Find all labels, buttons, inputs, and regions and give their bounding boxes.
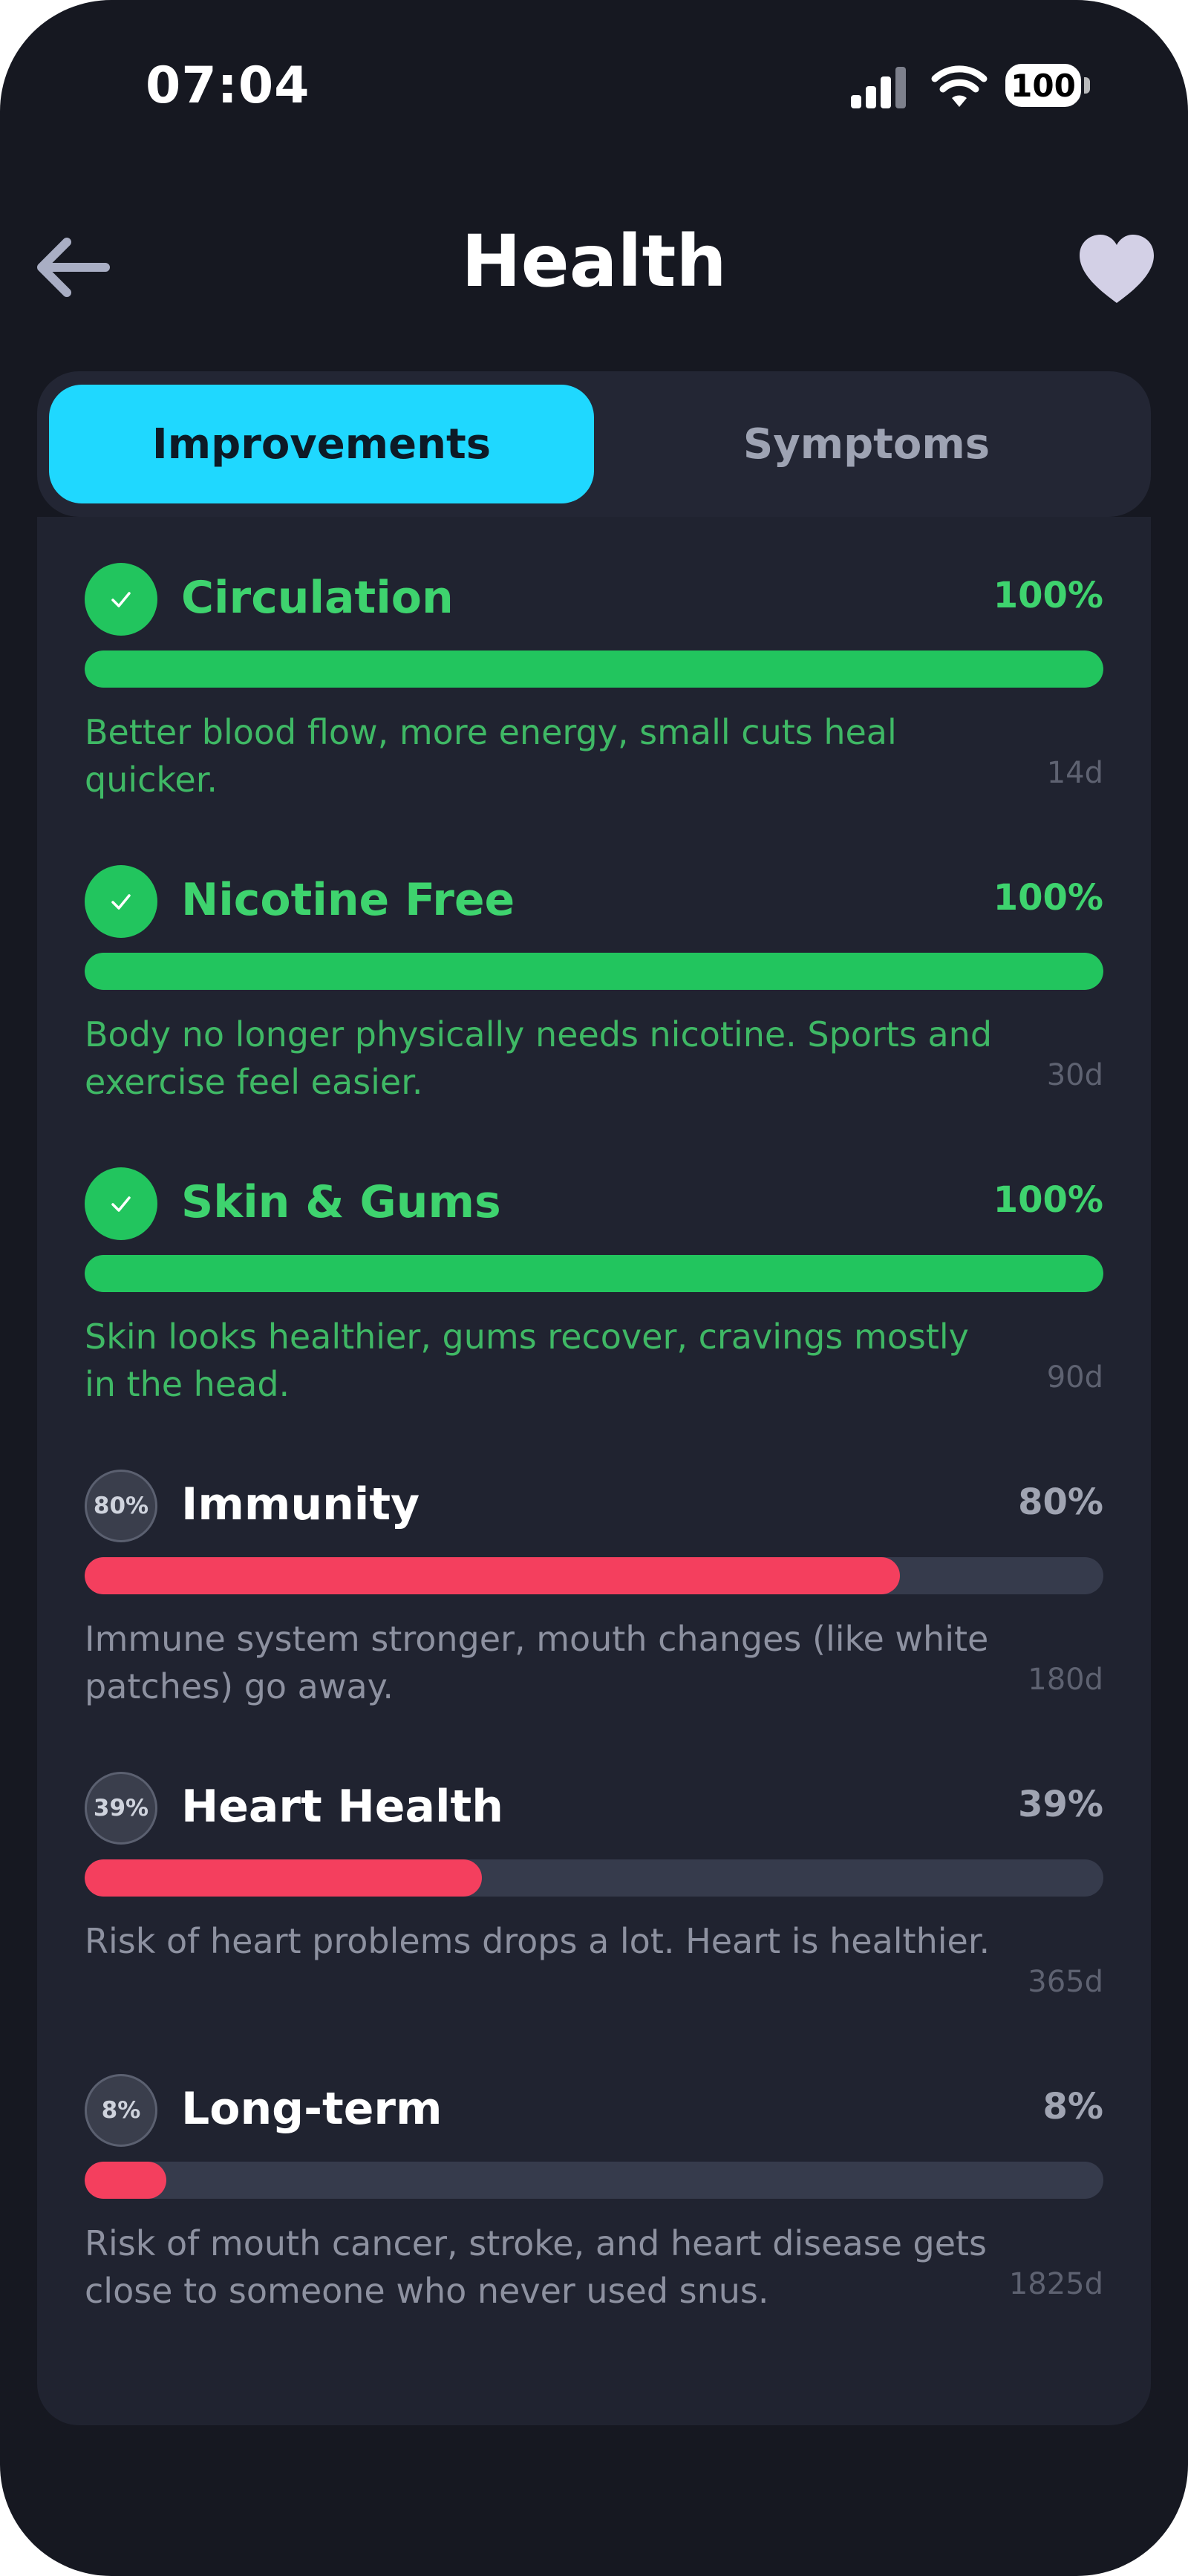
- progress-badge: 39%: [85, 1772, 157, 1845]
- battery-indicator: 100: [1005, 64, 1081, 107]
- item-days: 365d: [1028, 1965, 1103, 1999]
- cellular-signal-icon: [851, 67, 906, 108]
- item-description: Skin looks healthier, gums recover, crav…: [85, 1317, 969, 1404]
- check-icon: [85, 563, 157, 636]
- segmented-tabs: Improvements Symptoms: [37, 371, 1151, 517]
- page-title: Health: [461, 220, 727, 303]
- progress-bar: [85, 1859, 1103, 1897]
- item-days: 30d: [1046, 1058, 1103, 1092]
- favorite-button[interactable]: [1072, 229, 1161, 310]
- status-time: 07:04: [146, 56, 310, 115]
- tab-symptoms[interactable]: Symptoms: [594, 385, 1139, 503]
- check-icon: [85, 865, 157, 938]
- item-percent: 80%: [1018, 1481, 1103, 1523]
- item-description: Risk of mouth cancer, stroke, and heart …: [85, 2223, 988, 2311]
- progress-badge: 80%: [85, 1470, 157, 1542]
- item-days: 14d: [1046, 756, 1103, 790]
- check-icon: [85, 1167, 157, 1240]
- item-percent: 100%: [993, 1179, 1103, 1221]
- item-days: 180d: [1028, 1663, 1103, 1697]
- item-title: Circulation: [181, 572, 454, 624]
- list-item: 39% Heart Health 39% Risk of heart probl…: [85, 1772, 1103, 2069]
- item-percent: 39%: [1018, 1784, 1103, 1825]
- item-title: Heart Health: [181, 1781, 503, 1833]
- phone-screen: 07:04 100 Health Improvements Symptoms C…: [0, 0, 1188, 2576]
- progress-bar: [85, 953, 1103, 990]
- list-item: Nicotine Free 100% Body no longer physic…: [85, 865, 1103, 1162]
- list-item: 80% Immunity 80% Immune system stronger,…: [85, 1470, 1103, 1767]
- item-title: Skin & Gums: [181, 1176, 501, 1228]
- progress-bar: [85, 1557, 1103, 1594]
- progress-badge: 8%: [85, 2074, 157, 2147]
- nav-header: Health: [0, 200, 1188, 327]
- progress-fill: [85, 953, 1103, 990]
- progress-fill: [85, 1255, 1103, 1292]
- wifi-icon: [931, 65, 988, 107]
- progress-fill: [85, 650, 1103, 688]
- item-days: 1825d: [1008, 2267, 1103, 2301]
- progress-fill: [85, 1859, 483, 1897]
- heart-icon: [1080, 235, 1154, 303]
- progress-bar: [85, 650, 1103, 688]
- item-title: Immunity: [181, 1478, 420, 1530]
- list-item: 8% Long-term 8% Risk of mouth cancer, st…: [85, 2074, 1103, 2371]
- item-description: Better blood flow, more energy, small cu…: [85, 712, 897, 800]
- battery-cap: [1084, 77, 1090, 94]
- improvements-list: Circulation 100% Better blood flow, more…: [37, 517, 1151, 2425]
- progress-fill: [85, 2162, 166, 2199]
- item-title: Long-term: [181, 2083, 443, 2135]
- item-percent: 8%: [1042, 2086, 1104, 2127]
- item-percent: 100%: [993, 575, 1103, 616]
- item-title: Nicotine Free: [181, 874, 515, 926]
- item-description: Immune system stronger, mouth changes (l…: [85, 1619, 989, 1706]
- item-percent: 100%: [993, 877, 1103, 919]
- progress-bar: [85, 2162, 1103, 2199]
- list-item: Circulation 100% Better blood flow, more…: [85, 563, 1103, 860]
- list-item: Skin & Gums 100% Skin looks healthier, g…: [85, 1167, 1103, 1464]
- progress-bar: [85, 1255, 1103, 1292]
- item-description: Body no longer physically needs nicotine…: [85, 1014, 993, 1102]
- tab-improvements[interactable]: Improvements: [49, 385, 594, 503]
- item-description: Risk of heart problems drops a lot. Hear…: [85, 1921, 990, 1961]
- status-bar: 07:04 100: [0, 0, 1188, 149]
- item-days: 90d: [1046, 1360, 1103, 1395]
- progress-fill: [85, 1557, 900, 1594]
